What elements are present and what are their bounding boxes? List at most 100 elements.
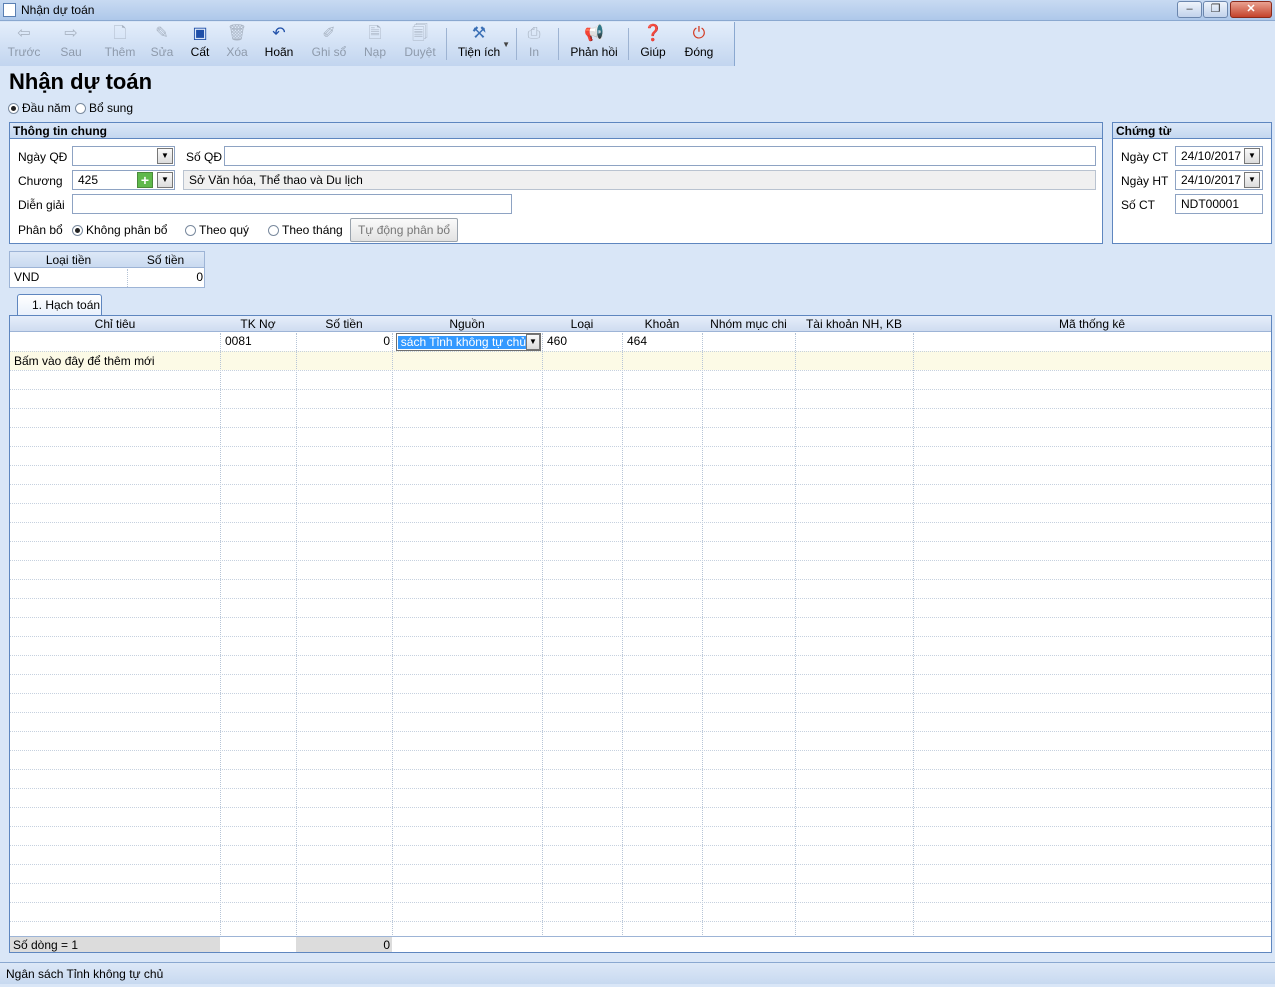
row-divider — [10, 788, 1271, 789]
approve-document-icon: 🗐 — [412, 25, 428, 42]
column-header[interactable]: Mã thống kê — [913, 317, 1271, 331]
row-divider — [10, 845, 1271, 846]
column-header[interactable]: Nhóm mục chi — [702, 317, 795, 331]
floppy-disk-icon: ▣ — [192, 25, 208, 42]
voucher-no-field[interactable]: NDT00001 — [1175, 194, 1263, 214]
next-button[interactable]: ⇨ Sau — [52, 24, 90, 64]
approve-button[interactable]: 🗐 Duyệt — [400, 24, 440, 64]
radio-supplement[interactable]: Bổ sung — [75, 101, 133, 115]
radio-icon — [268, 225, 279, 236]
accounting-grid: Chỉ tiêu TK Nợ Số tiền Nguồn Loại Khoản Nhóm m… — [9, 315, 1272, 953]
feedback-button[interactable]: 📢 Phản hồi — [566, 24, 622, 64]
row-count: Số dòng = 1 — [13, 938, 79, 952]
row-divider — [10, 617, 1271, 618]
row-divider — [10, 769, 1271, 770]
close-button[interactable]: ⏻ Đóng — [680, 24, 718, 64]
close-window-icon[interactable]: ✕ — [1230, 1, 1272, 18]
currency-amount-cell[interactable]: 0 — [127, 270, 203, 284]
decision-date-label: Ngày QĐ — [18, 150, 68, 164]
currency-table: Loại tiền Số tiền VND 0 — [9, 251, 205, 288]
row-divider — [10, 389, 1271, 390]
undo-icon: ↶ — [272, 25, 286, 42]
tab-accounting[interactable]: 1. Hạch toán — [17, 294, 102, 316]
footer-total: 0 — [383, 938, 390, 952]
row-divider — [10, 503, 1271, 504]
decision-no-label: Số QĐ — [186, 150, 223, 164]
app-icon — [3, 3, 16, 17]
currency-table-header: Loại tiền Số tiền — [10, 252, 204, 268]
column-header: Số tiền — [146, 253, 185, 267]
decision-no-field[interactable] — [224, 146, 1096, 166]
column-header[interactable]: Loại — [542, 317, 622, 331]
currency-type-cell[interactable]: VND — [14, 270, 39, 284]
radio-no-allocation[interactable]: Không phân bổ — [72, 223, 167, 237]
row-divider — [10, 712, 1271, 713]
row-divider — [10, 579, 1271, 580]
column-header[interactable]: Tài khoản NH, KB — [795, 317, 913, 331]
column-header[interactable]: Nguồn — [392, 317, 542, 331]
auto-allocate-button[interactable]: Tự động phân bổ — [350, 218, 459, 242]
source-select-value: Ngân sách Tỉnh không tự chủ — [398, 336, 526, 349]
chevron-down-icon[interactable]: ▼ — [1244, 172, 1260, 188]
row-divider — [10, 674, 1271, 675]
row-divider — [10, 408, 1271, 409]
divider — [127, 269, 128, 287]
row-divider — [10, 902, 1271, 903]
radio-by-month[interactable]: Theo tháng — [268, 223, 343, 237]
radio-by-quarter[interactable]: Theo quý — [185, 223, 249, 237]
save-button[interactable]: ▣ Cất — [185, 24, 215, 64]
column-header: Loại tiền — [45, 253, 92, 267]
undo-button[interactable]: ↶ Hoãn — [260, 24, 298, 64]
row-divider — [10, 864, 1271, 865]
add-button[interactable]: 🗋 Thêm — [102, 24, 138, 64]
utilities-button[interactable]: ⚒ Tiện ích ▼ — [454, 24, 510, 64]
loai-cell[interactable]: 460 — [547, 334, 567, 348]
source-select[interactable]: Ngân sách Tỉnh không tự chủ ▼ — [396, 333, 541, 351]
row-divider — [10, 826, 1271, 827]
post-button[interactable]: ✐ Ghi sổ — [308, 24, 350, 64]
load-document-icon: 🗎 — [368, 25, 382, 42]
printer-icon: ⎙ — [527, 25, 541, 42]
grid-header: Chỉ tiêu TK Nợ Số tiền Nguồn Loại Khoản Nhóm m… — [10, 316, 1271, 332]
row-divider — [10, 636, 1271, 637]
tk-no-cell[interactable]: 0081 — [225, 334, 252, 348]
row-divider — [10, 655, 1271, 656]
voucher-date-label: Ngày CT — [1121, 150, 1169, 164]
description-field[interactable] — [72, 194, 512, 214]
load-button[interactable]: 🗎 Nạp — [358, 24, 392, 64]
chevron-down-icon[interactable]: ▼ — [1244, 148, 1260, 164]
add-plus-icon[interactable]: + — [137, 172, 153, 188]
chevron-down-icon[interactable]: ▼ — [157, 148, 173, 164]
edit-button[interactable]: ✎ Sửa — [146, 24, 178, 64]
row-divider — [10, 351, 1271, 352]
toolbar-separator — [446, 28, 447, 60]
delete-button[interactable]: 🗑 Xóa — [222, 24, 252, 64]
help-button[interactable]: ❓ Giúp — [636, 24, 670, 64]
column-header[interactable]: Khoản — [622, 317, 702, 331]
add-new-row[interactable]: Bấm vào đây để thêm mới — [10, 351, 1271, 370]
row-divider — [10, 731, 1271, 732]
toolbar-separator — [516, 28, 517, 60]
amount-cell[interactable]: 0 — [297, 334, 390, 348]
chevron-down-icon[interactable]: ▼ — [157, 172, 173, 188]
minimize-icon[interactable]: – — [1177, 1, 1202, 18]
column-header[interactable]: TK Nợ — [220, 317, 296, 331]
chevron-down-icon: ▼ — [502, 40, 510, 49]
window-titlebar: Nhận dự toán – ❐ ✕ — [0, 0, 1275, 21]
print-button[interactable]: ⎙ In — [520, 24, 548, 64]
voucher-header: Chứng từ — [1113, 123, 1271, 139]
general-info-header: Thông tin chung — [10, 123, 1102, 139]
row-divider — [10, 522, 1271, 523]
row-divider — [10, 541, 1271, 542]
prev-button[interactable]: ⇦ Trước — [5, 24, 43, 64]
arrow-left-icon: ⇦ — [17, 25, 31, 42]
column-header[interactable]: Số tiền — [296, 317, 392, 331]
column-header[interactable]: Chỉ tiêu — [10, 317, 220, 331]
chevron-down-icon[interactable]: ▼ — [526, 334, 540, 350]
posting-date-label: Ngày HT — [1121, 174, 1169, 188]
radio-beginning-year[interactable]: Đầu năm — [8, 101, 71, 115]
restore-icon[interactable]: ❐ — [1203, 1, 1228, 18]
page-title: Nhận dự toán — [9, 69, 153, 94]
khoan-cell[interactable]: 464 — [627, 334, 647, 348]
add-new-text[interactable]: Bấm vào đây để thêm mới — [14, 354, 155, 368]
